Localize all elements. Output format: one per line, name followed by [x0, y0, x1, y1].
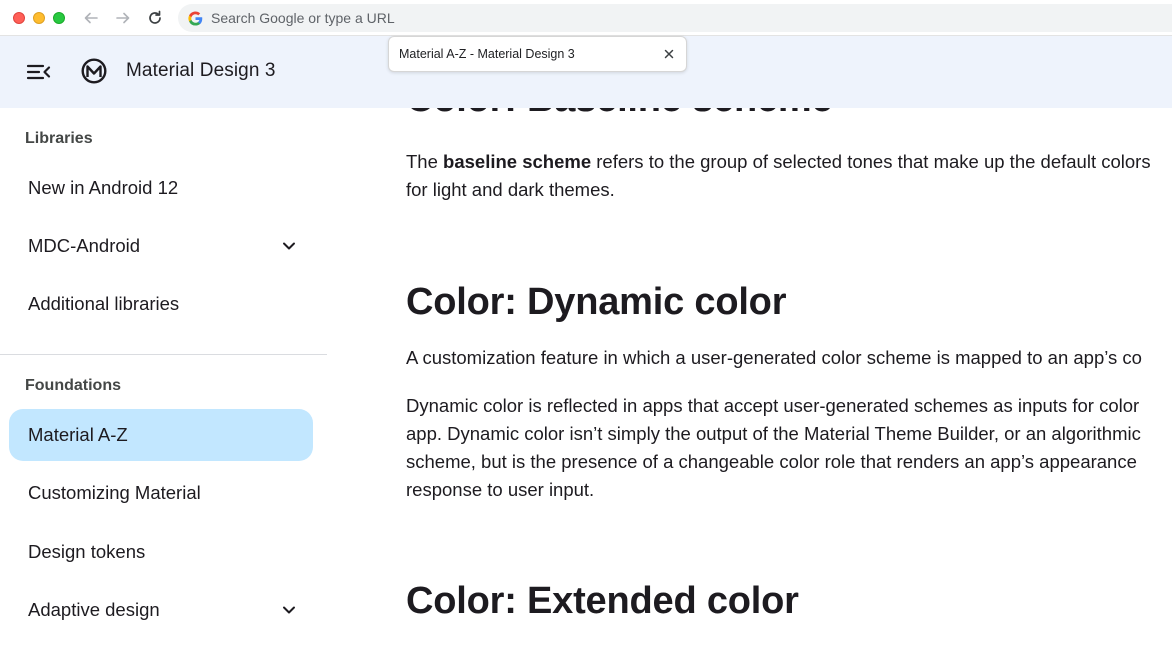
address-bar-placeholder: Search Google or type a URL	[211, 10, 395, 26]
sidebar-divider	[0, 354, 327, 355]
sidebar-nav: Libraries New in Android 12 MDC-Android …	[0, 108, 327, 649]
address-bar[interactable]: Search Google or type a URL	[178, 4, 1172, 32]
maximize-window-button[interactable]	[53, 12, 65, 24]
minimize-window-button[interactable]	[33, 12, 45, 24]
sidebar-item-label: Design tokens	[28, 541, 146, 562]
paragraph-dynamic-color-detail: Dynamic color is reflected in apps that …	[406, 392, 1172, 504]
sidebar-item-label: Additional libraries	[28, 293, 180, 314]
sidebar-item-label: Adaptive design	[28, 599, 160, 620]
back-arrow-icon[interactable]	[80, 7, 102, 29]
chevron-down-icon[interactable]	[281, 238, 297, 254]
paragraph-text: refers to the group of selected tones th…	[591, 151, 1151, 172]
section-label-libraries: Libraries	[25, 130, 93, 147]
paragraph-dynamic-color-intro: A customization feature in which a user-…	[406, 347, 1142, 368]
menu-open-icon[interactable]	[26, 60, 52, 84]
paragraph-line: app. Dynamic color isn’t simply the outp…	[406, 423, 1141, 444]
section-label-foundations: Foundations	[25, 377, 121, 394]
paragraph-line: scheme, but is the presence of a changea…	[406, 451, 1137, 472]
browser-toolbar: Search Google or type a URL	[0, 0, 1172, 36]
sidebar-item-label: Material A-Z	[28, 424, 128, 445]
close-window-button[interactable]	[13, 12, 25, 24]
sidebar-item-label: New in Android 12	[28, 177, 179, 198]
forward-arrow-icon[interactable]	[112, 7, 134, 29]
heading-baseline-scheme: Color: Baseline scheme	[406, 108, 833, 121]
close-icon[interactable]	[662, 47, 676, 61]
sidebar-item-material-a-z[interactable]: Material A-Z	[9, 409, 313, 461]
reload-icon[interactable]	[144, 7, 166, 29]
paragraph-line: Dynamic color is reflected in apps that …	[406, 395, 1140, 416]
sidebar-item-adaptive-design[interactable]: Adaptive design	[9, 584, 313, 636]
sidebar-item-label: MDC-Android	[28, 235, 141, 256]
paragraph-baseline-scheme: The baseline scheme refers to the group …	[406, 148, 1172, 204]
paragraph-text: for light and dark themes.	[406, 179, 615, 200]
google-logo-icon	[187, 10, 203, 26]
tab-title: Material A-Z - Material Design 3	[399, 47, 575, 61]
tab-tooltip: Material A-Z - Material Design 3	[388, 36, 687, 72]
sidebar-item-customizing-material[interactable]: Customizing Material	[9, 467, 313, 519]
sidebar-item-design-tokens[interactable]: Design tokens	[9, 526, 313, 578]
bold-term: baseline scheme	[443, 151, 592, 172]
sidebar-item-new-in-android-12[interactable]: New in Android 12	[9, 162, 313, 214]
sidebar-item-label: Customizing Material	[28, 482, 201, 503]
site-title[interactable]: Material Design 3	[126, 60, 276, 82]
paragraph-line: response to user input.	[406, 479, 595, 500]
chevron-down-icon[interactable]	[281, 602, 297, 618]
sidebar-item-additional-libraries[interactable]: Additional libraries	[9, 278, 313, 330]
main-content: Color: Baseline scheme The baseline sche…	[327, 108, 1172, 649]
paragraph-text: The	[406, 151, 444, 172]
sidebar-item-mdc-android[interactable]: MDC-Android	[9, 220, 313, 272]
material-logo-icon[interactable]	[81, 58, 107, 84]
heading-extended-color: Color: Extended color	[406, 580, 799, 622]
heading-dynamic-color: Color: Dynamic color	[406, 281, 787, 323]
